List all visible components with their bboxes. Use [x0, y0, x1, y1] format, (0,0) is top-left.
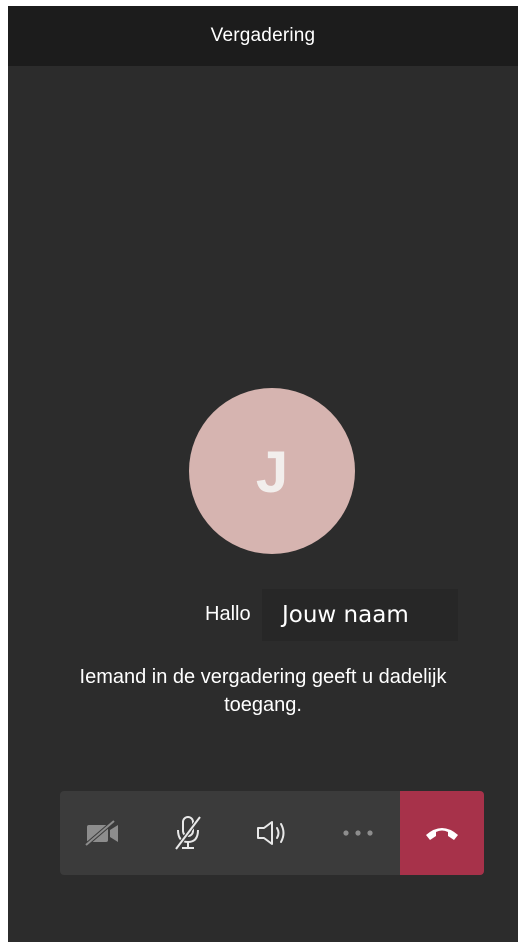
meeting-lobby-screen: Vergadering J Hallo Jouw naam Iemand in …: [8, 6, 518, 942]
speaker-button[interactable]: [230, 791, 315, 875]
microphone-toggle-button[interactable]: [145, 791, 230, 875]
header-bar: Vergadering: [8, 6, 518, 66]
name-value: Jouw naam: [282, 602, 409, 628]
more-options-icon: [341, 829, 375, 837]
microphone-off-icon: [173, 815, 203, 851]
more-options-button[interactable]: [315, 791, 400, 875]
call-controls-bar: [60, 791, 484, 875]
greeting: Hallo Jouw naam: [8, 589, 518, 641]
speaker-icon: [255, 818, 291, 848]
lobby-message: Iemand in de vergadering geeft u dadelij…: [79, 666, 447, 716]
hang-up-icon: [423, 823, 461, 843]
hang-up-button[interactable]: [400, 791, 484, 875]
camera-off-icon: [84, 818, 122, 848]
avatar: J: [189, 388, 355, 554]
avatar-initial: J: [255, 440, 289, 505]
page-title: Vergadering: [210, 25, 316, 46]
camera-toggle-button[interactable]: [60, 791, 145, 875]
hello-label: Hallo: [205, 603, 251, 625]
name-field[interactable]: Jouw naam: [262, 589, 458, 641]
